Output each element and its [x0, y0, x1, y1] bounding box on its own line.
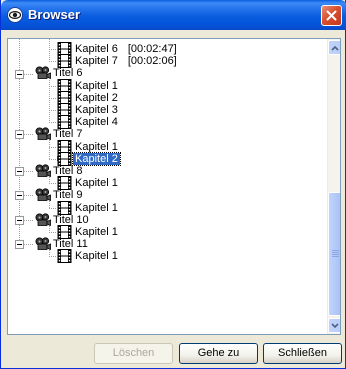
title-label: Titel 7 [53, 128, 83, 140]
video-camera-icon [35, 164, 51, 178]
collapse-toggle[interactable] [15, 240, 24, 249]
chapter-duration: [00:02:06] [127, 55, 177, 67]
collapse-toggle[interactable] [15, 216, 24, 225]
vertical-scrollbar[interactable] [327, 39, 340, 334]
chapter-label: Kapitel 3 [75, 104, 118, 116]
tree-chapter-item[interactable]: Kapitel 6 [00:02:47] [57, 42, 179, 56]
chapter-label: Kapitel 1 [75, 177, 118, 189]
chapter-label: Kapitel 7 [75, 55, 118, 67]
chapter-label: Kapitel 1 [75, 202, 118, 214]
video-camera-icon [35, 188, 51, 202]
collapse-toggle[interactable] [15, 167, 24, 176]
video-camera-icon [35, 66, 51, 80]
window-title: Browser [28, 7, 81, 22]
tree-chapter-item[interactable]: Kapitel 4 [57, 115, 120, 129]
film-strip-icon [57, 201, 72, 215]
film-strip-icon [57, 54, 72, 68]
goto-button[interactable]: Gehe zu [179, 343, 258, 364]
video-camera-icon [35, 213, 51, 227]
tree-title-item[interactable]: Titel 9 [35, 188, 85, 202]
film-strip-icon [57, 176, 72, 190]
tree-chapter-item[interactable]: Kapitel 7 [00:02:06] [57, 54, 179, 68]
film-strip-icon [57, 249, 72, 263]
video-camera-icon [35, 237, 51, 251]
close-button[interactable]: Schließen [263, 343, 342, 364]
browser-window: Browser Kapitel 6 [00:02:47] Kapitel 7 [… [0, 0, 346, 369]
title-bar[interactable]: Browser [1, 0, 346, 30]
film-strip-icon [57, 115, 72, 129]
chapter-duration: [00:02:47] [127, 43, 177, 55]
film-strip-icon [57, 152, 72, 166]
scroll-down-button[interactable] [328, 318, 340, 333]
chevron-up-icon [331, 45, 339, 51]
title-label: Titel 6 [53, 67, 83, 79]
app-eye-icon [7, 7, 23, 23]
scroll-up-button[interactable] [328, 40, 340, 55]
tree-title-item[interactable]: Titel 6 [35, 66, 85, 80]
chevron-down-icon [331, 322, 339, 328]
chapter-label: Kapitel 6 [75, 43, 118, 55]
chapter-label: Kapitel 4 [75, 116, 118, 128]
chapter-label: Kapitel 2 [75, 92, 118, 104]
chapter-label: Kapitel 2 [72, 152, 121, 166]
chapter-tree[interactable]: Kapitel 6 [00:02:47] Kapitel 7 [00:02:06] … [7, 38, 341, 335]
close-window-button[interactable] [321, 5, 342, 26]
video-camera-icon [35, 127, 51, 141]
collapse-toggle[interactable] [15, 130, 24, 139]
title-label: Titel 9 [53, 189, 83, 201]
delete-button[interactable]: Löschen [94, 343, 173, 364]
tree-chapter-item[interactable]: Kapitel 2 [57, 152, 121, 166]
tree-chapter-item[interactable]: Kapitel 1 [57, 225, 120, 239]
close-icon [326, 10, 337, 21]
chapter-label: Kapitel 1 [75, 80, 118, 92]
tree-chapter-item[interactable]: Kapitel 1 [57, 201, 120, 215]
tree-chapter-item[interactable]: Kapitel 1 [57, 249, 120, 263]
chapter-label: Kapitel 1 [75, 250, 118, 262]
collapse-toggle[interactable] [15, 191, 24, 200]
film-strip-icon [57, 225, 72, 239]
collapse-toggle[interactable] [15, 70, 24, 79]
chapter-label: Kapitel 1 [75, 226, 118, 238]
chapter-label: Kapitel 1 [75, 141, 118, 153]
scroll-thumb[interactable] [328, 192, 340, 316]
tree-title-item[interactable]: Titel 7 [35, 127, 85, 141]
tree-chapter-item[interactable]: Kapitel 1 [57, 176, 120, 190]
